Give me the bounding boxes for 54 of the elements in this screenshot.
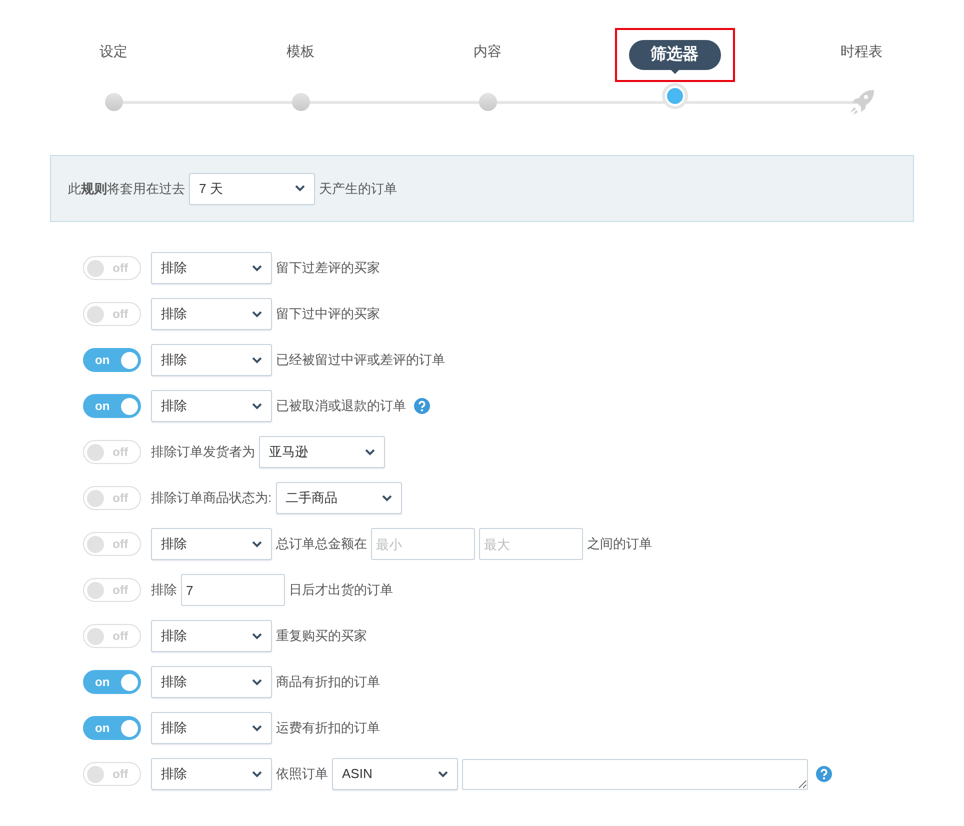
chevron-icon bbox=[252, 632, 262, 640]
chevron-icon bbox=[252, 264, 262, 272]
input-field[interactable]: 最大 bbox=[479, 528, 583, 560]
filter-label: 依照订单 bbox=[276, 765, 328, 784]
chevron-icon bbox=[295, 185, 305, 192]
dropdown[interactable]: 排除 bbox=[151, 298, 272, 330]
dropdown[interactable]: 二手商品 bbox=[276, 482, 402, 514]
dropdown[interactable]: 排除 bbox=[151, 390, 272, 422]
dropdown[interactable]: 排除 bbox=[151, 252, 272, 284]
banner-text: 此规则将套用在过去 bbox=[68, 180, 185, 198]
dropdown[interactable]: 7 天 bbox=[189, 172, 315, 204]
input-field[interactable]: 最小 bbox=[371, 528, 475, 560]
step-label[interactable]: 时程表 bbox=[840, 40, 882, 70]
dropdown[interactable]: 排除 bbox=[151, 344, 272, 376]
step-label[interactable]: 模板 bbox=[286, 40, 314, 70]
filter-label: 运费有折扣的订单 bbox=[276, 719, 380, 738]
chevron-icon bbox=[252, 678, 262, 686]
dropdown[interactable]: 排除 bbox=[151, 666, 272, 698]
step-label[interactable]: 设定 bbox=[100, 40, 128, 70]
filter-label: 留下过差评的买家 bbox=[276, 259, 380, 278]
filter-label: 已被取消或退款的订单 bbox=[276, 397, 406, 416]
banner-text: 天产生的订单 bbox=[319, 180, 397, 198]
dropdown[interactable]: ASIN bbox=[332, 758, 458, 790]
dropdown[interactable]: 排除 bbox=[151, 620, 272, 652]
chevron-icon bbox=[382, 494, 392, 502]
dropdown[interactable]: 排除 bbox=[151, 528, 272, 560]
dropdown[interactable]: 排除 bbox=[151, 758, 272, 790]
bubble-pointer bbox=[668, 68, 680, 74]
filter-label: 重复购买的买家 bbox=[276, 627, 367, 646]
filter-label: 总订单总金额在 bbox=[276, 535, 367, 554]
input-field[interactable]: 7 bbox=[181, 574, 285, 606]
filter-label: 日后才出货的订单 bbox=[289, 581, 393, 600]
chevron-icon bbox=[252, 540, 262, 548]
filter-label: 之间的订单 bbox=[587, 535, 652, 554]
help-icon[interactable] bbox=[414, 398, 430, 414]
step-label[interactable]: 筛选器 bbox=[628, 40, 720, 70]
chevron-icon bbox=[252, 724, 262, 732]
filter-label: 排除订单商品状态为: bbox=[151, 489, 272, 508]
chevron-icon bbox=[252, 310, 262, 318]
filter-label: 已经被留过中评或差评的订单 bbox=[276, 351, 445, 370]
dropdown[interactable]: 亚马逊 bbox=[259, 436, 385, 468]
filter-label: 排除订单发货者为 bbox=[151, 443, 255, 462]
step-label[interactable]: 内容 bbox=[474, 40, 502, 70]
chevron-icon bbox=[438, 770, 448, 778]
filter-label: 留下过中评的买家 bbox=[276, 305, 380, 324]
chevron-icon bbox=[252, 356, 262, 364]
text-area[interactable] bbox=[462, 758, 808, 790]
dropdown[interactable]: 排除 bbox=[151, 712, 272, 744]
help-icon[interactable] bbox=[816, 766, 832, 782]
chevron-icon bbox=[252, 770, 262, 778]
filter-label: 商品有折扣的订单 bbox=[276, 673, 380, 692]
chevron-icon bbox=[365, 448, 375, 456]
chevron-icon bbox=[252, 402, 262, 410]
filter-label: 排除 bbox=[151, 581, 177, 600]
